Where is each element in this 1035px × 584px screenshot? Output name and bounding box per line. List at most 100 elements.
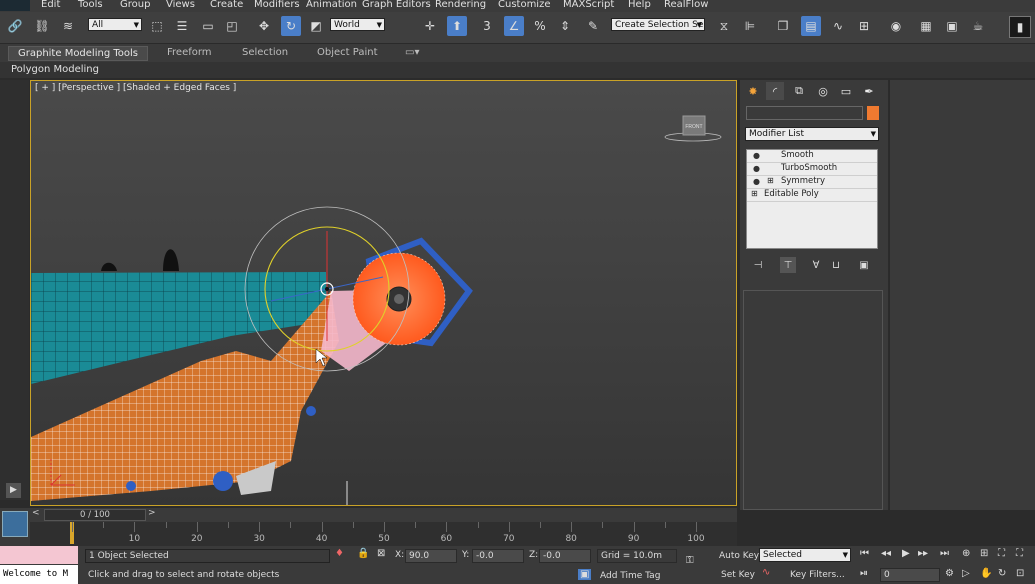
panel-polygon-modeling[interactable]: Polygon Modeling <box>11 64 99 75</box>
go-to-start-icon[interactable]: ⏮ <box>860 548 869 559</box>
auto-key-button[interactable]: Auto Key <box>719 551 759 561</box>
perspective-viewport[interactable]: [ + ] [Perspective ] [Shaded + Edged Fac… <box>30 80 737 506</box>
object-color-swatch[interactable] <box>867 106 879 120</box>
curve-editor-icon[interactable]: ∿ <box>828 16 848 36</box>
display-tab-icon[interactable]: ▭ <box>837 82 855 100</box>
layer-manager-icon[interactable]: ❐ <box>773 16 793 36</box>
tab-object-paint[interactable]: Object Paint <box>317 47 378 58</box>
menu-rendering[interactable]: Rendering <box>435 0 486 10</box>
select-scale-icon[interactable]: ◩ <box>306 16 326 36</box>
menu-maxscript[interactable]: MAXScript <box>563 0 614 10</box>
expand-left-icon[interactable]: ▶ <box>6 483 21 498</box>
render-setup-icon[interactable]: ▦ <box>916 16 936 36</box>
time-tag-icon[interactable]: ▣ <box>578 569 592 580</box>
snaps-toggle-icon[interactable]: 3 <box>477 16 497 36</box>
menu-modifiers[interactable]: Modifiers <box>254 0 300 10</box>
tab-graphite-modeling-tools[interactable]: Graphite Modeling Tools <box>8 46 148 61</box>
key-filters-button[interactable]: Key Filters... <box>790 570 845 580</box>
stack-item-smooth[interactable]: ● Smooth <box>747 150 877 163</box>
viewcube[interactable]: FRONT <box>664 115 722 142</box>
select-manipulate-icon[interactable]: ⬆ <box>447 16 467 36</box>
maximize-viewport-icon[interactable]: ⊡ <box>1016 568 1024 579</box>
set-key-button[interactable]: Set Key <box>721 570 755 580</box>
rendered-frame-icon[interactable]: ▣ <box>942 16 962 36</box>
absolute-mode-icon[interactable]: ⊠ <box>377 548 385 559</box>
maxscript-listener[interactable]: Welcome to M <box>0 546 78 584</box>
motion-tab-icon[interactable]: ◎ <box>814 82 832 100</box>
time-config-icon[interactable]: ⚙ <box>945 568 954 579</box>
stack-item-turbosmooth[interactable]: ● TurboSmooth <box>747 163 877 176</box>
selection-lock-icon[interactable]: 🔒 <box>357 548 369 559</box>
next-frame-button-icon[interactable]: ▸▸ <box>918 548 928 559</box>
utilities-tab-icon[interactable]: ✒ <box>860 82 878 100</box>
edit-named-selection-icon[interactable]: ✎ <box>583 16 603 36</box>
align-icon[interactable]: ⊫ <box>740 16 760 36</box>
create-tab-icon[interactable]: ✸ <box>744 82 762 100</box>
zoom-extents-icon[interactable]: ⛶ <box>998 548 1005 559</box>
bulb-icon[interactable]: ● <box>753 151 760 160</box>
previous-frame-icon[interactable]: ◂◂ <box>881 548 891 559</box>
selection-filter-dropdown[interactable]: All <box>88 18 142 32</box>
key-mode-toggle-icon[interactable]: ⏯ <box>860 568 868 579</box>
app-logo-icon[interactable] <box>0 0 30 11</box>
track-bar[interactable]: 10 20 30 40 50 60 70 80 90 100 <box>30 522 737 546</box>
track-bar-toggle-icon[interactable] <box>2 511 28 537</box>
remove-modifier-icon[interactable]: ⊔ <box>828 257 844 273</box>
rectangular-selection-icon[interactable]: ▭ <box>198 16 218 36</box>
sd-logo-icon[interactable]: ▮ <box>1009 16 1031 38</box>
ribbon-options-icon[interactable]: ▭▾ <box>405 47 419 58</box>
schematic-view-icon[interactable]: ⊞ <box>854 16 874 36</box>
configure-sets-icon[interactable]: ▣ <box>856 257 872 273</box>
orbit-icon[interactable]: ↻ <box>998 568 1006 579</box>
menu-animation[interactable]: Animation <box>306 0 357 10</box>
make-unique-icon[interactable]: ∀ <box>808 257 824 273</box>
current-frame-field[interactable]: 0 <box>880 568 940 582</box>
percent-snap-icon[interactable]: % <box>530 16 550 36</box>
object-name-field[interactable] <box>746 106 863 120</box>
modifier-list-dropdown[interactable]: Modifier List <box>745 127 879 141</box>
tab-selection[interactable]: Selection <box>242 47 288 58</box>
menu-graph-editors[interactable]: Graph Editors <box>362 0 431 10</box>
listener-output-field[interactable]: Welcome to M <box>0 565 78 584</box>
x-coordinate-field[interactable]: 90.0 <box>405 549 457 563</box>
select-by-name-icon[interactable]: ☰ <box>172 16 192 36</box>
pin-stack-icon[interactable]: ⊣ <box>750 257 766 273</box>
angle-snap-icon[interactable]: ∠ <box>504 16 524 36</box>
menu-realflow[interactable]: RealFlow <box>664 0 708 10</box>
unlink-icon[interactable]: ⛓ <box>32 16 52 36</box>
next-frame-icon[interactable]: > <box>148 508 156 518</box>
isolate-selection-icon[interactable]: ♦ <box>335 548 344 559</box>
menu-group[interactable]: Group <box>120 0 150 10</box>
menu-views[interactable]: Views <box>166 0 195 10</box>
material-editor-icon[interactable]: ◉ <box>886 16 906 36</box>
zoom-icon[interactable]: ⊕ <box>962 548 970 559</box>
stack-item-editable-poly[interactable]: ⊞ Editable Poly <box>747 189 877 202</box>
add-time-tag[interactable]: Add Time Tag <box>600 571 660 581</box>
key-mode-dropdown[interactable]: Selected <box>759 548 851 562</box>
select-move-icon[interactable]: ✥ <box>254 16 274 36</box>
y-coordinate-field[interactable]: -0.0 <box>472 549 524 563</box>
expand-plus-icon[interactable]: ⊞ <box>751 189 758 198</box>
menu-tools[interactable]: Tools <box>78 0 103 10</box>
expand-plus-icon[interactable]: ⊞ <box>767 176 774 185</box>
render-production-icon[interactable]: ☕ <box>968 16 988 36</box>
reference-coordinate-dropdown[interactable]: World <box>330 18 385 32</box>
bulb-icon[interactable]: ● <box>753 164 760 173</box>
bulb-icon[interactable]: ● <box>753 177 760 186</box>
stack-item-symmetry[interactable]: ● ⊞ Symmetry <box>747 176 877 189</box>
menu-help[interactable]: Help <box>628 0 651 10</box>
time-slider[interactable]: < 0 / 100 > <box>30 508 737 522</box>
graphite-toggle-icon[interactable]: ▤ <box>801 16 821 36</box>
modify-tab-icon[interactable]: ◜ <box>766 82 784 100</box>
mirror-icon[interactable]: ⧖ <box>714 16 734 36</box>
key-curve-icon[interactable]: ∿ <box>762 567 770 578</box>
time-slider-thumb[interactable]: 0 / 100 <box>44 509 146 521</box>
zoom-extents-all-icon[interactable]: ⛶ <box>1016 548 1023 559</box>
zoom-all-icon[interactable]: ⊞ <box>980 548 988 559</box>
key-icon[interactable]: ⚿ <box>686 555 694 566</box>
show-end-result-icon[interactable]: ⊤ <box>780 257 796 273</box>
listener-macro-field[interactable] <box>0 546 78 564</box>
play-icon[interactable]: ▶ <box>902 548 910 559</box>
bind-spacewarp-icon[interactable]: ≋ <box>58 16 78 36</box>
select-object-icon[interactable]: ⬚ <box>147 16 167 36</box>
